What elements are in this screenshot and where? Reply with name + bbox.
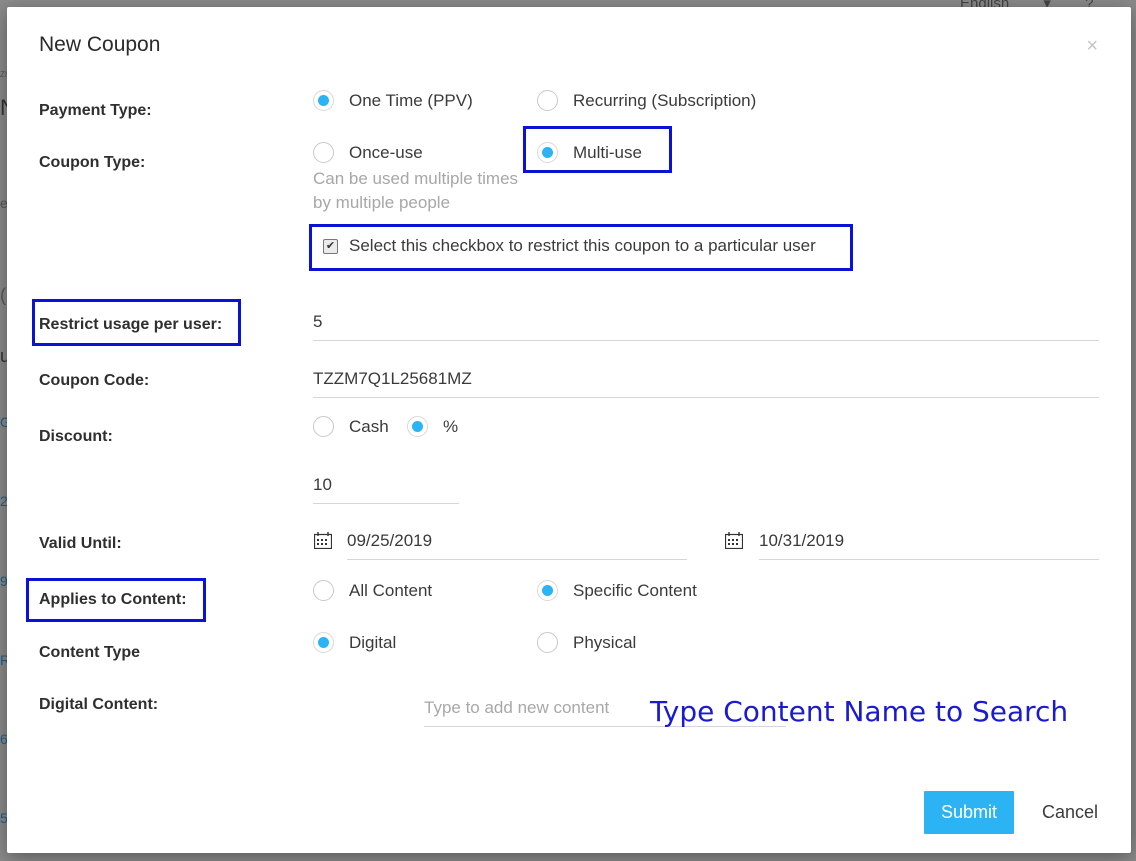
discount-value-input[interactable]: 10: [313, 465, 459, 504]
radio-label: Cash: [349, 416, 389, 436]
field-value: 09/25/2019: [347, 531, 433, 550]
highlight-box: [309, 224, 853, 271]
radio-button-checked[interactable]: [313, 90, 334, 111]
radio-button[interactable]: [313, 580, 334, 601]
coupon-code-label: Coupon Code:: [39, 372, 150, 389]
radio-label: Recurring (Subscription): [573, 90, 757, 110]
close-icon[interactable]: ×: [1086, 35, 1098, 58]
content-type-label: Content Type: [39, 644, 141, 661]
radio-digital[interactable]: Digital: [313, 632, 396, 653]
radio-all-content[interactable]: All Content: [313, 580, 432, 601]
radio-label: Digital: [349, 632, 397, 652]
radio-label: All Content: [349, 580, 433, 600]
radio-label: Physical: [573, 632, 637, 652]
digital-content-label: Digital Content:: [39, 696, 159, 713]
field-value: 10/31/2019: [759, 531, 845, 550]
field-placeholder: Type to add new content: [424, 698, 610, 717]
radio-once-use[interactable]: Once-use: [313, 142, 423, 163]
end-date-input[interactable]: 10/31/2019: [759, 521, 1099, 560]
restrict-usage-input[interactable]: 5: [313, 302, 1099, 341]
radio-recurring[interactable]: Recurring (Subscription): [537, 90, 756, 111]
radio-percent[interactable]: %: [407, 416, 458, 437]
annotation-text: Type Content Name to Search: [650, 695, 1069, 728]
discount-label: Discount:: [39, 428, 113, 445]
background-text: (: [0, 285, 6, 305]
field-value: 5: [313, 312, 323, 331]
highlight-box: [26, 578, 206, 622]
radio-label: Specific Content: [573, 580, 697, 600]
coupon-code-input[interactable]: TZZM7Q1L25681MZ: [313, 359, 1099, 398]
field-value: 10: [313, 475, 332, 494]
radio-label: One Time (PPV): [349, 90, 473, 110]
radio-button[interactable]: [313, 416, 334, 437]
field-value: TZZM7Q1L25681MZ: [313, 369, 472, 388]
radio-button-checked[interactable]: [537, 580, 558, 601]
payment-type-label: Payment Type:: [39, 102, 152, 119]
calendar-icon[interactable]: [725, 532, 743, 549]
radio-button[interactable]: [537, 90, 558, 111]
start-date-input[interactable]: 09/25/2019: [347, 521, 687, 560]
coupon-type-label: Coupon Type:: [39, 154, 146, 171]
calendar-icon[interactable]: [314, 532, 332, 549]
radio-button[interactable]: [537, 632, 558, 653]
coupon-type-hint: Can be used multiple times by multiple p…: [313, 169, 519, 212]
radio-one-time[interactable]: One Time (PPV): [313, 90, 473, 111]
radio-cash[interactable]: Cash: [313, 416, 389, 437]
radio-label: Once-use: [349, 142, 423, 162]
dialog-title: New Coupon: [39, 33, 161, 56]
radio-physical[interactable]: Physical: [537, 632, 636, 653]
radio-specific-content[interactable]: Specific Content: [537, 580, 697, 601]
new-coupon-dialog: New Coupon × Payment Type: One Time (PPV…: [7, 7, 1131, 853]
valid-until-label: Valid Until:: [39, 535, 122, 552]
highlight-box: [32, 299, 241, 346]
radio-button[interactable]: [313, 142, 334, 163]
submit-button[interactable]: Submit: [924, 791, 1014, 834]
highlight-box: [523, 126, 672, 173]
radio-button-checked[interactable]: [313, 632, 334, 653]
radio-button-checked[interactable]: [407, 416, 428, 437]
radio-label: %: [443, 416, 459, 436]
cancel-button[interactable]: Cancel: [1042, 802, 1098, 823]
